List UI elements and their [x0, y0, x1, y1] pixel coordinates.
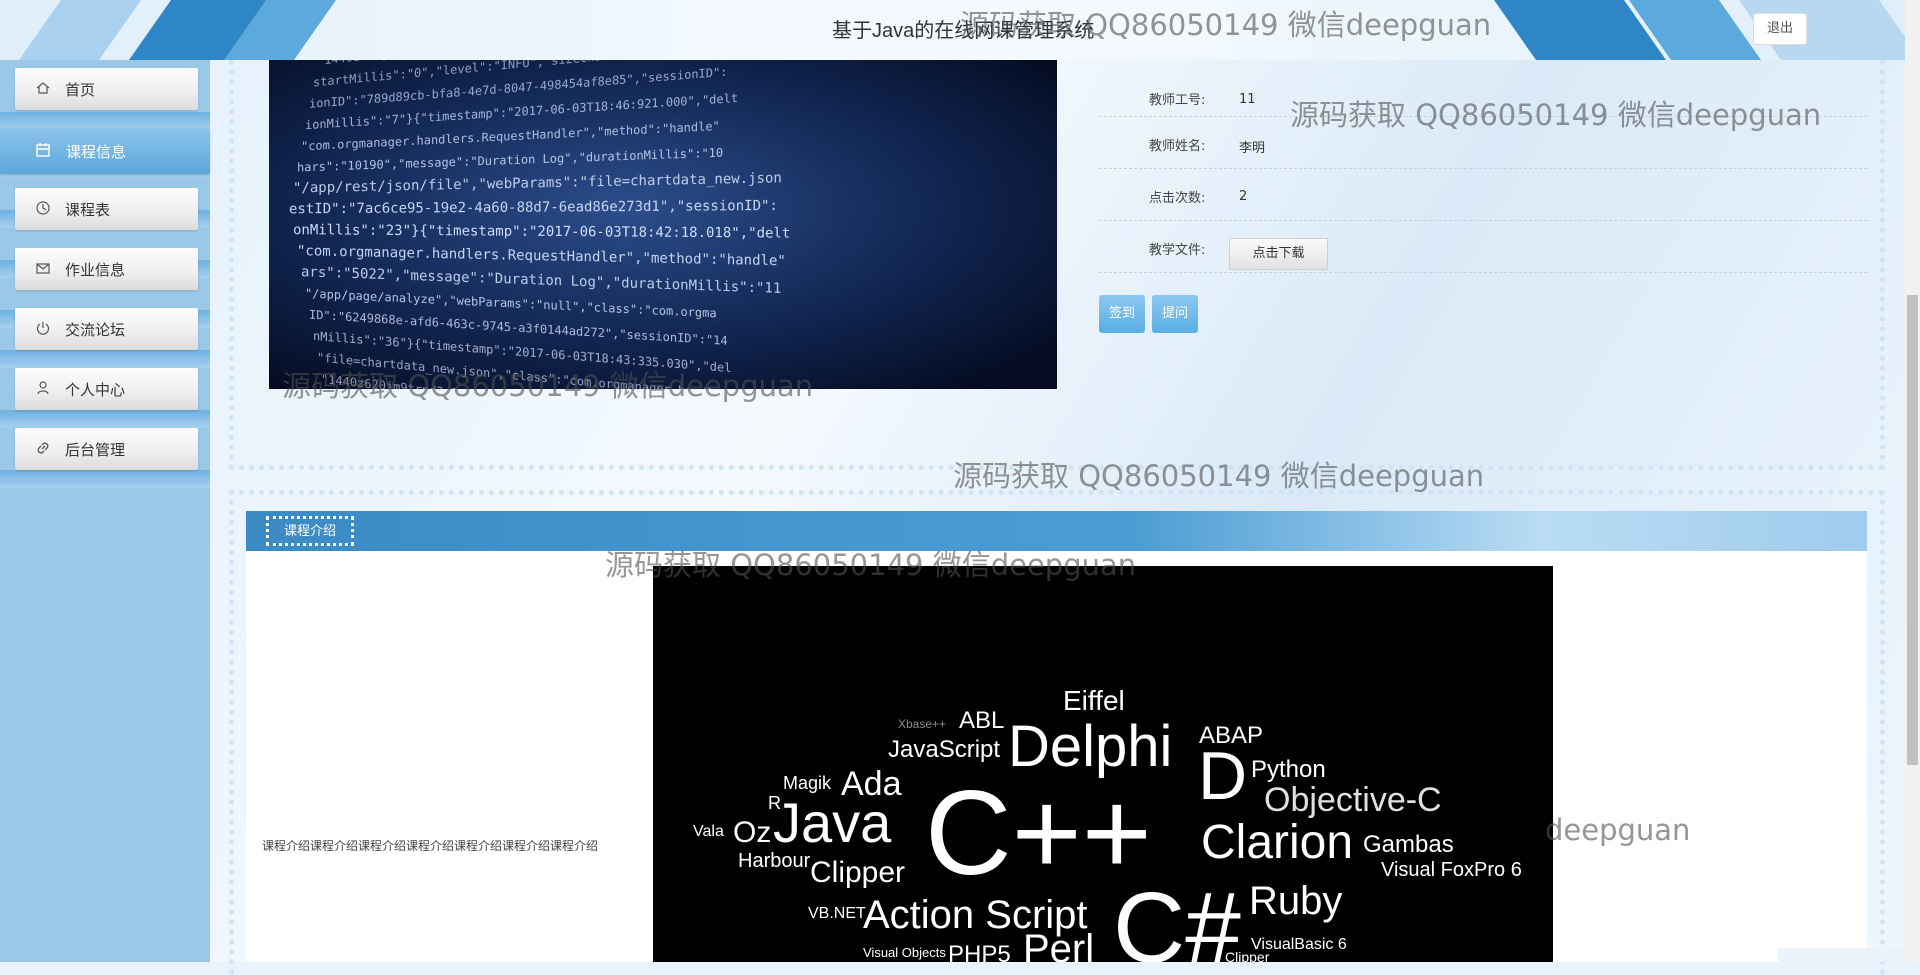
lang-word: Harbour: [738, 850, 811, 872]
lang-word: Visual FoxPro 6: [1381, 859, 1522, 881]
lang-word: Oz: [733, 816, 771, 849]
corner-bar: [1778, 948, 1905, 962]
lang-word: D: [1198, 738, 1247, 814]
logout-button[interactable]: 退出: [1753, 13, 1807, 45]
page-scrollbar[interactable]: [1905, 0, 1920, 962]
sidebar-item-label: 首页: [65, 81, 96, 99]
intro-text: 课程介绍课程介绍课程介绍课程介绍课程介绍课程介绍课程介绍: [262, 839, 599, 853]
detail-row-clicks: 点击次数: 2: [1099, 169, 1867, 221]
sidebar-item-profile[interactable]: 个人中心: [15, 368, 198, 410]
sidebar-connector: [0, 410, 210, 428]
lang-word: Objective-C: [1264, 781, 1442, 819]
lang-word: Java: [773, 791, 892, 854]
lang-word: Magik: [783, 773, 832, 793]
sidebar: 首页 课程信息 课程表 作业信息 交流论坛 个人中心 后台管理: [0, 60, 210, 962]
scrollbar-thumb[interactable]: [1907, 295, 1918, 765]
lang-word: Ruby: [1249, 879, 1342, 923]
detail-row-teacher-name: 教师姓名: 李明: [1099, 117, 1867, 169]
sidebar-item-label: 课程信息: [66, 143, 127, 161]
calendar-icon: [36, 143, 50, 157]
checkin-button[interactable]: 签到: [1099, 295, 1145, 333]
sidebar-item-label: 后台管理: [65, 441, 126, 459]
detail-row-file: 教学文件:: [1099, 221, 1867, 273]
sidebar-item-homework[interactable]: 作业信息: [15, 248, 198, 290]
lang-word: Clipper: [810, 856, 905, 889]
sidebar-item-label: 作业信息: [65, 261, 126, 279]
sidebar-connector: [0, 350, 210, 368]
user-icon: [37, 381, 49, 395]
sidebar-connector: [0, 470, 210, 488]
lang-word: Visual Objects: [863, 945, 946, 960]
lang-word: JavaScript: [888, 736, 1000, 763]
link-icon: [37, 442, 49, 454]
power-icon: [36, 322, 50, 335]
clicks-label: 点击次数:: [1149, 191, 1206, 206]
sidebar-item-admin[interactable]: 后台管理: [15, 428, 198, 470]
lang-word: Vala: [693, 823, 724, 840]
sidebar-item-home[interactable]: 首页: [15, 68, 198, 110]
lang-word: Gambas: [1363, 831, 1454, 858]
download-button[interactable]: 点击下载: [1229, 238, 1328, 270]
teacher-name-value: 李明: [1239, 141, 1266, 156]
detail-row-teacher-id: 教师工号: 11: [1099, 60, 1867, 117]
lang-word: PHP5: [948, 941, 1011, 962]
home-icon: [36, 82, 50, 94]
intro-header: 课程介绍: [246, 511, 1867, 551]
top-header: 基于Java的在线网课管理系统 退出: [0, 0, 1905, 60]
mail-icon: [36, 263, 50, 274]
sidebar-item-course-info[interactable]: 课程信息: [0, 128, 210, 174]
teacher-name-label: 教师姓名:: [1149, 139, 1206, 154]
site-title: 基于Java的在线网课管理系统: [832, 20, 1095, 42]
lang-word: Clarion: [1201, 816, 1353, 869]
lang-word: VB.NET: [808, 905, 866, 922]
sidebar-item-label: 课程表: [65, 201, 111, 219]
tab-course-intro[interactable]: 课程介绍: [266, 516, 354, 546]
ask-question-button[interactable]: 提问: [1152, 295, 1198, 333]
lang-word: Perl: [1023, 927, 1094, 962]
sidebar-item-schedule[interactable]: 课程表: [15, 188, 198, 230]
lang-word: ABL: [959, 707, 1004, 734]
lang-word: Clipper: [1225, 949, 1270, 962]
lang-word: Python: [1251, 756, 1326, 783]
sidebar-item-label: 个人中心: [65, 381, 126, 399]
course-cover-image: "1440z620jm9trnd3s3n7wg0k","json","class…: [269, 60, 1057, 389]
programming-languages-image: Eiffel ABL ABAP JavaScript Delphi Python…: [653, 566, 1553, 962]
clock-icon: [36, 201, 50, 215]
teacher-id-label: 教师工号:: [1149, 93, 1206, 108]
sidebar-item-forum[interactable]: 交流论坛: [15, 308, 198, 350]
header-stripe: [18, 0, 142, 60]
lang-word: C#: [1113, 872, 1241, 962]
teacher-id-value: 11: [1239, 92, 1256, 107]
lang-word: Eiffel: [1063, 685, 1125, 716]
sidebar-item-label: 交流论坛: [65, 321, 126, 339]
file-label: 教学文件:: [1149, 243, 1206, 258]
lang-word: Xbase++: [898, 717, 946, 731]
clicks-value: 2: [1239, 189, 1248, 204]
code-line: estID":"7ac6ce95-19e2-4a60-88d7-6ead86e2…: [289, 198, 778, 217]
